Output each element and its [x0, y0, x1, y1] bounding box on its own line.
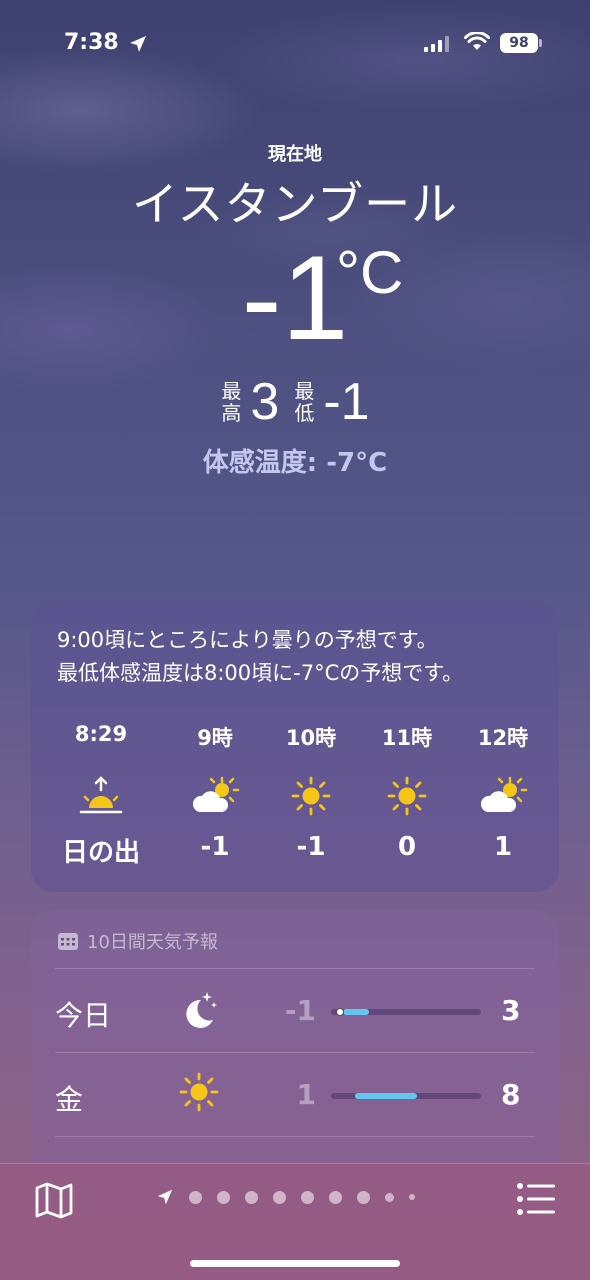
status-time: 7:38 [64, 30, 119, 55]
hour-item: 9時 -1 [167, 722, 263, 862]
current-temperature: -1 [241, 231, 349, 365]
status-bar: 7:38 98 [0, 0, 590, 90]
page-dot [245, 1190, 258, 1204]
city-name: イスタンブール [131, 177, 459, 231]
page-dot [273, 1190, 286, 1204]
hour-value: -1 [200, 832, 230, 862]
partly-cloudy-icon [192, 776, 240, 812]
bottom-toolbar [0, 1163, 590, 1280]
hourly-forecast-card[interactable]: 9:00頃にところにより曇りの予想です。 最低体感温度は8:00頃に-7°Cの予… [31, 602, 559, 892]
ten-day-title: 10日間天気予報 [87, 932, 218, 953]
day-name: 今日 [55, 999, 112, 1032]
day-low: -1 [284, 994, 316, 1027]
hour-value: 0 [397, 832, 417, 862]
feels-like: 体感温度: -7°C [202, 448, 388, 478]
sunrise-icon [79, 776, 123, 814]
location-arrow-icon [130, 36, 146, 52]
sun-icon [291, 776, 331, 816]
battery-indicator: 98 [500, 33, 542, 53]
day-high: 8 [501, 1078, 521, 1111]
cellular-signal-icon [424, 36, 449, 52]
page-dot [357, 1190, 370, 1204]
hour-time: 9時 [197, 726, 233, 750]
hour-time: 10時 [285, 726, 337, 750]
ten-day-header: 10日間天気予報 [57, 928, 218, 954]
wifi-icon [464, 32, 490, 50]
location-label: 現在地 [268, 144, 322, 165]
hour-item: 11時 0 [359, 722, 455, 862]
day-row[interactable]: 金 1 8 [31, 1054, 559, 1136]
hour-item: 12時 1 [455, 722, 551, 862]
map-icon[interactable] [34, 1180, 74, 1220]
summary-line-1: 9:00頃にところにより曇りの予想です。 [57, 628, 438, 652]
low-label: 最低 [294, 379, 315, 425]
day-row[interactable]: 今日 -1 3 [31, 970, 559, 1052]
hour-value: 日の出 [61, 838, 140, 868]
list-icon[interactable] [516, 1182, 556, 1216]
page-dot [409, 1194, 415, 1200]
page-dot [217, 1190, 230, 1204]
divider [55, 968, 535, 969]
day-high: 3 [501, 994, 521, 1027]
hourly-summary: 9:00頃にところにより曇りの予想です。 最低体感温度は8:00頃に-7°Cの予… [57, 624, 463, 690]
hour-time: 11時 [381, 726, 433, 750]
low-temperature: -1 [323, 373, 370, 431]
current-weather: 現在地 イスタンブール -1 °C 最高 3 最低 -1 体感温度: -7°C [0, 140, 590, 479]
hour-time: 12時 [477, 726, 529, 750]
hour-value: 1 [493, 832, 513, 862]
home-indicator [190, 1260, 400, 1267]
day-low: 1 [296, 1078, 316, 1111]
partly-cloudy-icon [480, 776, 528, 812]
sun-icon [179, 1072, 219, 1112]
location-arrow-icon [157, 1189, 173, 1205]
page-dot [329, 1190, 342, 1204]
hour-time: 8:29 [74, 722, 128, 746]
divider [55, 1052, 535, 1053]
divider [55, 1136, 535, 1137]
day-name: 金 [55, 1083, 84, 1116]
range-fill [343, 1009, 369, 1015]
calendar-icon [58, 933, 78, 950]
page-indicator[interactable] [156, 1188, 415, 1206]
temperature-range-bar [331, 1008, 481, 1016]
moon-stars-icon [186, 992, 217, 1028]
hour-item: 8:29 日の出 [53, 722, 149, 869]
hour-item: 10時 -1 [263, 722, 359, 862]
temperature-range-bar [331, 1093, 481, 1099]
range-fill [355, 1093, 417, 1099]
page-dot [301, 1190, 314, 1204]
current-temperature-block: -1 °C [0, 238, 590, 368]
summary-line-2: 最低体感温度は8:00頃に-7°Cの予想です。 [57, 661, 464, 685]
high-temperature: 3 [250, 373, 280, 431]
page-dot [385, 1192, 394, 1202]
sun-icon [387, 776, 427, 816]
temperature-unit: °C [336, 239, 404, 306]
hour-value: -1 [296, 832, 326, 862]
current-temp-dot [335, 1008, 344, 1016]
high-low: 最高 3 最低 -1 [0, 372, 590, 432]
high-label: 最高 [221, 379, 242, 425]
page-dot [189, 1190, 202, 1204]
